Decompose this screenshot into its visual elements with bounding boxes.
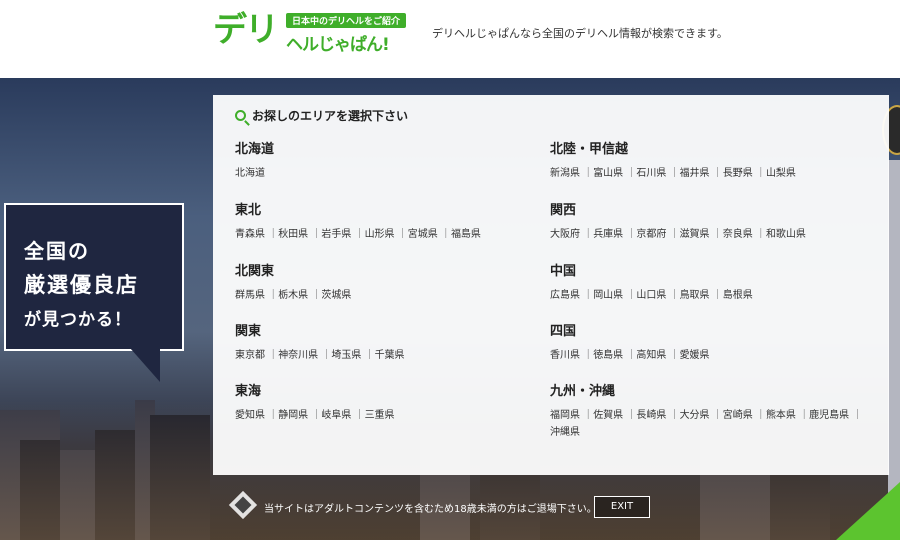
region-block: 北陸・甲信越新潟県富山県石川県福井県長野県山梨県	[550, 138, 870, 182]
region-block: 四国香川県徳島県高知県愛媛県	[550, 320, 870, 364]
prefecture-list: 北海道	[235, 165, 555, 182]
prefecture-link[interactable]: 愛媛県	[680, 347, 710, 364]
prefecture-link[interactable]: 高知県	[636, 347, 679, 364]
prefecture-link[interactable]: 岐阜県	[321, 407, 364, 424]
header-description: デリヘルじゃぱんなら全国のデリヘル情報が検索できます。	[432, 27, 728, 40]
prefecture-link[interactable]: 鳥取県	[680, 287, 723, 304]
prefecture-link[interactable]: 広島県	[550, 287, 593, 304]
region-block: 東北青森県秋田県岩手県山形県宮城県福島県	[235, 199, 555, 243]
prefecture-link[interactable]: 宮崎県	[723, 407, 766, 424]
corner-decoration	[836, 482, 900, 540]
prefecture-link[interactable]: 岡山県	[593, 287, 636, 304]
prefecture-link[interactable]: 愛知県	[235, 407, 278, 424]
prefecture-link[interactable]: 奈良県	[723, 226, 766, 243]
prefecture-link[interactable]: 長野県	[723, 165, 766, 182]
region-block: 関西大阪府兵庫県京都府滋賀県奈良県和歌山県	[550, 199, 870, 243]
region-block: 北関東群馬県栃木県茨城県	[235, 260, 555, 304]
prefecture-link[interactable]: 富山県	[593, 165, 636, 182]
prefecture-link[interactable]: 東京都	[235, 347, 278, 364]
prefecture-link[interactable]: 福岡県	[550, 407, 593, 424]
prefecture-list: 新潟県富山県石川県福井県長野県山梨県	[550, 165, 870, 182]
area-panel-heading: お探しのエリアを選択下さい	[235, 107, 408, 124]
region-name: 関西	[550, 203, 577, 218]
prefecture-link[interactable]: 大阪府	[550, 226, 593, 243]
prefecture-link[interactable]: 神奈川県	[278, 347, 331, 364]
prefecture-link[interactable]: 新潟県	[550, 165, 593, 182]
prefecture-link[interactable]: 山形県	[365, 226, 408, 243]
prefecture-link[interactable]: 京都府	[636, 226, 679, 243]
prefecture-link[interactable]: 沖縄県	[550, 424, 580, 441]
prefecture-link[interactable]: 長崎県	[636, 407, 679, 424]
search-icon	[235, 110, 246, 121]
prefecture-link[interactable]: 滋賀県	[680, 226, 723, 243]
prefecture-link[interactable]: 熊本県	[766, 407, 809, 424]
prefecture-link[interactable]: 北海道	[235, 165, 265, 182]
region-name: 北関東	[235, 264, 275, 279]
site-header: デリ 日本中のデリヘルをご紹介 ヘルじゃぱん! デリヘルじゃぱんなら全国のデリヘ…	[0, 0, 900, 78]
prefecture-link[interactable]: 兵庫県	[593, 226, 636, 243]
prefecture-link[interactable]: 栃木県	[278, 287, 321, 304]
region-block: 北海道 北海道	[235, 138, 555, 182]
prefecture-link[interactable]: 徳島県	[593, 347, 636, 364]
exit-button[interactable]: EXIT	[594, 496, 650, 518]
prefecture-link[interactable]: 鹿児島県	[809, 407, 862, 424]
region-block: 中国広島県岡山県山口県鳥取県島根県	[550, 260, 870, 304]
region-block: 九州・沖縄福岡県佐賀県長崎県大分県宮崎県熊本県鹿児島県沖縄県	[550, 380, 870, 441]
prefecture-link[interactable]: 青森県	[235, 226, 278, 243]
prefecture-link[interactable]: 茨城県	[321, 287, 351, 304]
region-name: 東海	[235, 384, 262, 399]
region-block: 関東東京都神奈川県埼玉県千葉県	[235, 320, 555, 364]
prefecture-link[interactable]: 岩手県	[321, 226, 364, 243]
prefecture-list: 群馬県栃木県茨城県	[235, 287, 555, 304]
bubble-line-2: 厳選優良店	[24, 273, 139, 297]
bubble-line-1: 全国の	[24, 239, 90, 263]
prefecture-list: 東京都神奈川県埼玉県千葉県	[235, 347, 555, 364]
prefecture-list: 広島県岡山県山口県鳥取県島根県	[550, 287, 870, 304]
speech-bubble: 全国の 厳選優良店 が見つかる！	[4, 203, 184, 351]
region-name: 九州・沖縄	[550, 384, 616, 399]
prefecture-link[interactable]: 佐賀県	[593, 407, 636, 424]
prefecture-list: 愛知県静岡県岐阜県三重県	[235, 407, 555, 424]
prefecture-list: 福岡県佐賀県長崎県大分県宮崎県熊本県鹿児島県沖縄県	[550, 407, 870, 441]
area-panel-title: お探しのエリアを選択下さい	[252, 109, 409, 123]
prefecture-link[interactable]: 埼玉県	[331, 347, 374, 364]
prefecture-list: 香川県徳島県高知県愛媛県	[550, 347, 870, 364]
prefecture-link[interactable]: 大分県	[680, 407, 723, 424]
prefecture-link[interactable]: 福井県	[680, 165, 723, 182]
bubble-line-3: が見つかる！	[24, 310, 132, 330]
logo-tagline: 日本中のデリヘルをご紹介	[286, 13, 407, 28]
prefecture-link[interactable]: 香川県	[550, 347, 593, 364]
prefecture-link[interactable]: 千葉県	[375, 347, 405, 364]
region-block: 東海愛知県静岡県岐阜県三重県	[235, 380, 555, 424]
region-name: 東北	[235, 203, 262, 218]
prefecture-link[interactable]: 静岡県	[278, 407, 321, 424]
age-warning-text: 当サイトはアダルトコンテンツを含むため18歳未満の方はご退場下さい。	[264, 504, 597, 515]
prefecture-list: 大阪府兵庫県京都府滋賀県奈良県和歌山県	[550, 226, 870, 243]
logo-main-text: デリ	[213, 10, 279, 50]
prefecture-link[interactable]: 群馬県	[235, 287, 278, 304]
prefecture-link[interactable]: 三重県	[365, 407, 395, 424]
prefecture-link[interactable]: 山口県	[636, 287, 679, 304]
prefecture-link[interactable]: 島根県	[723, 287, 753, 304]
prefecture-link[interactable]: 秋田県	[278, 226, 321, 243]
region-name: 中国	[550, 264, 577, 279]
prefecture-link[interactable]: 宮城県	[408, 226, 451, 243]
prefecture-link[interactable]: 福島県	[451, 226, 481, 243]
region-name: 関東	[235, 324, 262, 339]
prefecture-link[interactable]: 石川県	[636, 165, 679, 182]
site-logo[interactable]: デリ 日本中のデリヘルをご紹介 ヘルじゃぱん!	[213, 10, 408, 56]
speech-bubble-tail	[130, 348, 160, 382]
prefecture-link[interactable]: 山梨県	[766, 165, 796, 182]
region-name: 四国	[550, 324, 577, 339]
area-select-panel: お探しのエリアを選択下さい 北海道北海道東北青森県秋田県岩手県山形県宮城県福島県…	[213, 95, 889, 475]
region-name: 北陸・甲信越	[550, 142, 629, 157]
age-warning-bar: 当サイトはアダルトコンテンツを含むため18歳未満の方はご退場下さい。 EXIT	[0, 490, 900, 524]
region-name: 北海道	[235, 142, 275, 157]
prefecture-list: 青森県秋田県岩手県山形県宮城県福島県	[235, 226, 555, 243]
prefecture-link[interactable]: 和歌山県	[766, 226, 806, 243]
logo-sub-text: ヘルじゃぱん!	[286, 35, 390, 55]
